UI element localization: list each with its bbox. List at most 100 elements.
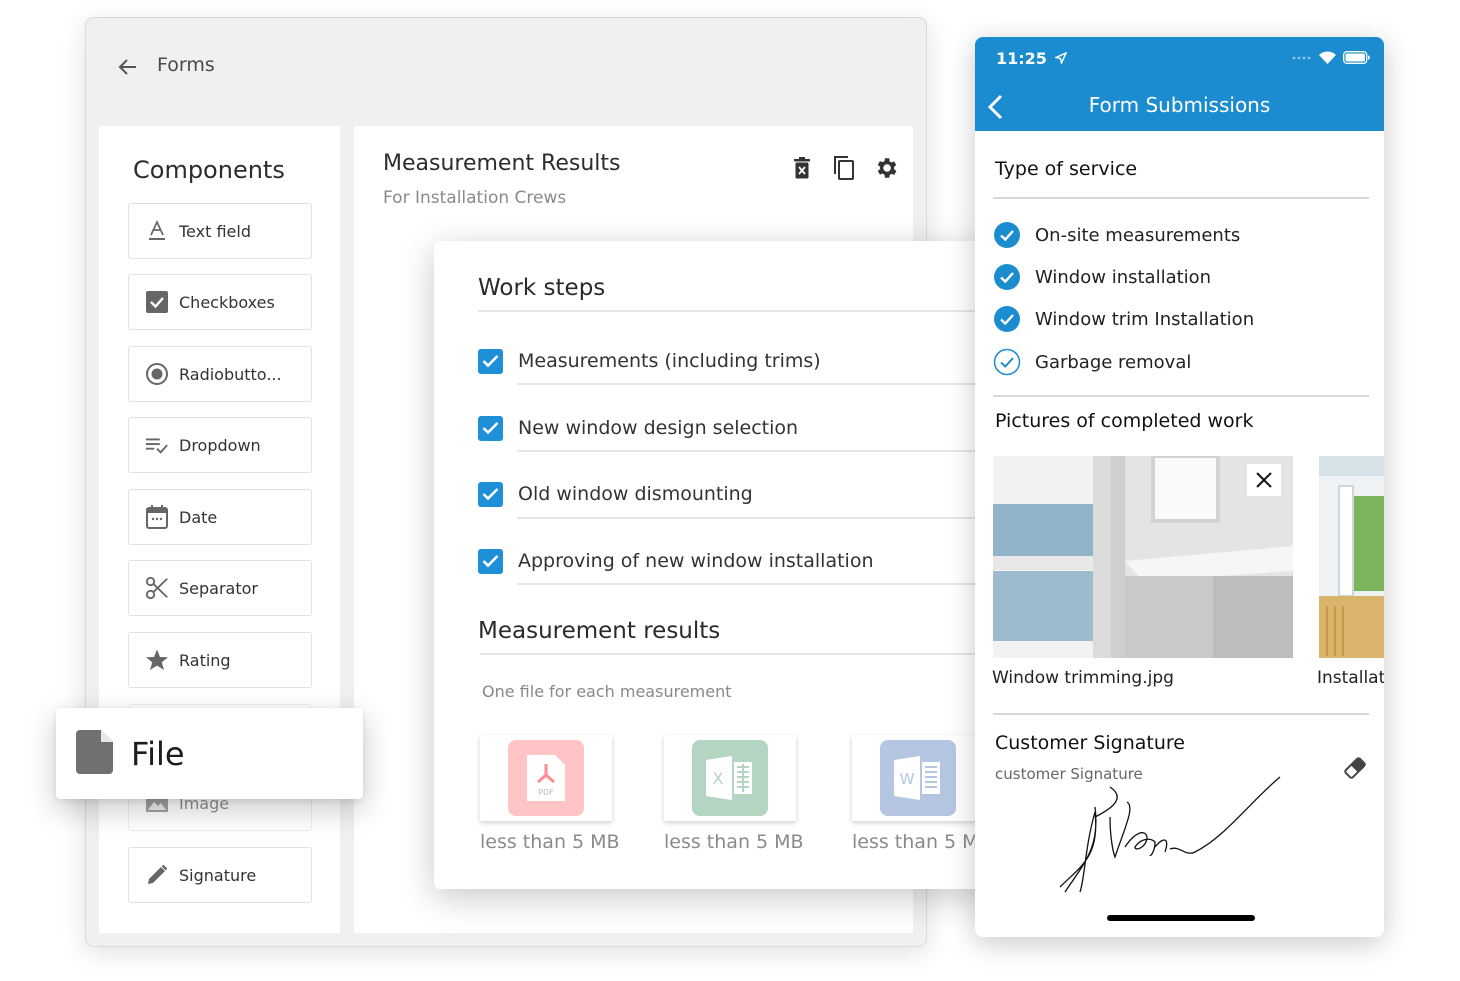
divider: [517, 583, 994, 585]
checkbox-checked-icon[interactable]: [478, 348, 503, 374]
divider: [993, 713, 1369, 715]
service-item[interactable]: Window trim Installation: [993, 304, 1254, 334]
word-file-icon: W: [880, 740, 956, 816]
pdf-file-icon: PDF: [508, 740, 584, 816]
radio-button-icon: [145, 362, 169, 386]
component-date[interactable]: Date: [128, 489, 312, 545]
service-label: Window trim Installation: [1035, 308, 1255, 330]
divider: [517, 450, 994, 452]
component-separator[interactable]: Separator: [128, 560, 312, 616]
trash-icon[interactable]: [788, 154, 816, 182]
scissors-icon: [145, 576, 169, 600]
status-indicators: [1292, 51, 1370, 64]
location-arrow-icon: [1053, 51, 1067, 66]
file-upload-pdf[interactable]: PDF: [480, 735, 612, 821]
file-icon: [76, 729, 113, 778]
component-label: Radiobutto...: [179, 364, 282, 384]
check-circle-outline-icon[interactable]: [993, 348, 1021, 376]
dragged-file-component[interactable]: File: [56, 708, 363, 799]
component-label: Text field: [179, 221, 251, 241]
battery-icon: [1343, 51, 1370, 64]
close-icon: [1256, 472, 1272, 488]
form-subtitle: For Installation Crews: [383, 188, 567, 208]
wifi-icon: [1319, 51, 1336, 64]
photo-thumbnail[interactable]: [1319, 456, 1384, 658]
signal-dots-icon: [1292, 56, 1311, 59]
component-label: Signature: [179, 865, 257, 885]
svg-text:W: W: [900, 770, 915, 788]
component-radiobuttons[interactable]: Radiobutto...: [128, 346, 312, 402]
service-label: Garbage removal: [1035, 351, 1192, 373]
customer-signature-heading: Customer Signature: [995, 732, 1185, 754]
component-signature[interactable]: Signature: [128, 847, 312, 903]
home-indicator: [1107, 915, 1255, 921]
component-label: Checkboxes: [179, 292, 275, 312]
work-step-label: Old window dismounting: [518, 483, 753, 505]
component-dropdown[interactable]: Dropdown: [128, 417, 312, 473]
file-upload-word[interactable]: W: [852, 735, 984, 821]
svg-text:X: X: [713, 769, 724, 788]
check-circle-filled-icon[interactable]: [993, 221, 1021, 249]
checkbox-checked-icon[interactable]: [478, 548, 503, 574]
divider: [480, 653, 994, 655]
upload-hint: One file for each measurement: [482, 682, 732, 701]
component-checkboxes[interactable]: Checkboxes: [128, 274, 312, 330]
work-step-item[interactable]: Approving of new window installation: [478, 546, 874, 576]
service-label: Window installation: [1035, 266, 1212, 288]
form-actions: [788, 154, 900, 182]
work-step-item[interactable]: New window design selection: [478, 413, 798, 443]
measurement-results-heading: Measurement results: [478, 618, 721, 644]
form-title: Measurement Results: [383, 151, 621, 176]
component-label: Separator: [179, 578, 258, 598]
form-preview-card: Work steps Measurements (including trims…: [434, 241, 994, 889]
dropdown-list-icon: [145, 433, 169, 457]
work-step-label: Measurements (including trims): [518, 350, 821, 372]
photo-thumbnail[interactable]: [993, 456, 1293, 658]
remove-photo-button[interactable]: [1247, 464, 1281, 496]
checkbox-icon: [145, 290, 169, 314]
check-circle-filled-icon[interactable]: [993, 263, 1021, 291]
divider: [993, 197, 1369, 199]
pictures-heading: Pictures of completed work: [995, 410, 1254, 432]
photo-caption: Window trimming.jpg: [992, 668, 1174, 688]
calendar-icon: [145, 505, 169, 529]
svg-text:PDF: PDF: [538, 788, 554, 797]
checkbox-checked-icon[interactable]: [478, 415, 503, 441]
components-panel: Components Text field Checkboxes Radiobu…: [99, 126, 340, 933]
file-size-label: less than 5 MB: [852, 831, 992, 853]
page-title: Forms: [157, 54, 215, 76]
phone-header: 11:25 Form Submissions: [975, 37, 1384, 131]
component-rating[interactable]: Rating: [128, 632, 312, 688]
checkbox-checked-icon[interactable]: [478, 481, 503, 507]
work-step-item[interactable]: Measurements (including trims): [478, 346, 821, 376]
divider: [993, 395, 1369, 397]
file-upload-excel[interactable]: X: [664, 735, 796, 821]
file-size-label: less than 5 MB: [664, 831, 804, 853]
divider: [517, 383, 994, 385]
phone-title: Form Submissions: [1088, 93, 1271, 117]
star-icon: [145, 648, 169, 672]
arrow-left-icon[interactable]: [116, 55, 140, 79]
components-heading: Components: [133, 156, 285, 184]
drag-chip-label: File: [131, 734, 185, 773]
mobile-app-screen: 11:25 Form Submissions Type of service O…: [975, 37, 1384, 937]
service-item[interactable]: Window installation: [993, 262, 1211, 292]
gear-icon[interactable]: [872, 154, 900, 182]
excel-file-icon: X: [692, 740, 768, 816]
eraser-icon[interactable]: [1342, 755, 1368, 781]
component-text-field[interactable]: Text field: [128, 203, 312, 259]
file-size-label: less than 5 MB: [480, 831, 620, 853]
service-item[interactable]: On-site measurements: [993, 220, 1240, 250]
work-step-item[interactable]: Old window dismounting: [478, 479, 753, 509]
check-circle-filled-icon[interactable]: [993, 305, 1021, 333]
component-label: Dropdown: [179, 435, 261, 455]
signature-drawing: [1059, 776, 1281, 893]
balcony-photo-image: [1319, 456, 1384, 658]
pencil-icon: [145, 863, 169, 887]
work-step-label: New window design selection: [518, 417, 799, 439]
copy-icon[interactable]: [830, 154, 858, 182]
service-item[interactable]: Garbage removal: [993, 347, 1191, 377]
photo-caption: Installati: [1317, 668, 1384, 688]
text-field-icon: [145, 219, 169, 243]
service-label: On-site measurements: [1035, 224, 1241, 246]
